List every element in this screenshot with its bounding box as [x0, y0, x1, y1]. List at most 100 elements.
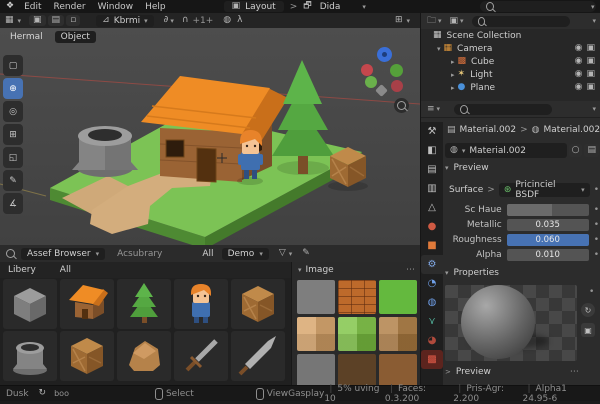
swatch-tan[interactable] [297, 317, 335, 351]
rotate-tool[interactable]: ⊞ [3, 124, 23, 145]
transform-pivot-icon[interactable]: ∂ [164, 16, 169, 25]
preview-section-header[interactable]: ▾ Preview [445, 163, 489, 173]
preview-refresh-button[interactable]: ↻ [581, 303, 595, 317]
swatch-brown[interactable] [379, 317, 417, 351]
decorate-dot-icon[interactable]: • [594, 205, 599, 215]
decorate-dot-icon[interactable]: • [594, 185, 599, 195]
scale-tool[interactable]: ◱ [3, 147, 23, 168]
outliner-row-light[interactable]: ▸ ✶ Light ◉ ▣ [421, 68, 600, 81]
filter-chevron-icon[interactable]: ▾ [289, 250, 293, 258]
asset-catalog-dropdown[interactable]: Demo ▾ [221, 247, 269, 260]
new-material-button[interactable]: ○ [568, 144, 583, 157]
outliner-row-camera[interactable]: ▾ ▦ Camera ◉ ▣ [421, 42, 600, 55]
outliner-row-plane[interactable]: ▸ ● Plane ◉ ▣ [421, 81, 600, 94]
gizmo-y-axis[interactable] [390, 64, 403, 77]
alpha-slider[interactable]: 0.010 [506, 249, 589, 261]
move-tool[interactable]: ◎ [3, 101, 23, 122]
pivot-chevron-icon[interactable]: ▾ [170, 17, 174, 25]
properties-editor-type-icon[interactable]: ≡ [427, 104, 435, 114]
swatch-brick[interactable] [338, 280, 376, 314]
surface-shader-dropdown[interactable]: ⊛ Pricinciel BSDF ▾ [498, 180, 590, 200]
topbar-search[interactable] [480, 0, 596, 13]
preview-pin-icon[interactable]: • [589, 287, 594, 297]
gizmo-x-axis[interactable] [361, 64, 373, 76]
app-logo-icon[interactable]: ❖ [6, 2, 14, 11]
mode-dropdown[interactable]: ⊿ Kbrmi ▾ [96, 14, 154, 27]
snap-increment[interactable]: +1+ [192, 16, 213, 26]
asset-crate[interactable] [231, 279, 285, 329]
edit-pen-icon[interactable]: ✎ [302, 249, 310, 258]
outliner-display-chevron-icon[interactable]: ▾ [438, 17, 442, 25]
tab-particles[interactable]: ◔ [421, 274, 443, 293]
menu-edit[interactable]: Edit [18, 2, 47, 12]
camera-visibility-icon[interactable]: ▣ [586, 57, 595, 66]
tab-render[interactable]: ◧ [421, 141, 443, 160]
tab-all[interactable]: All [60, 265, 71, 275]
tab-normal[interactable]: Hermal [4, 31, 49, 43]
swatch-green[interactable] [379, 280, 417, 314]
outliner-row-scene-collection[interactable]: ▦ Scene Collection [421, 29, 600, 42]
image-panel-chevron-icon[interactable]: ▾ [298, 266, 302, 274]
menu-window[interactable]: Window [92, 2, 140, 12]
house-object[interactable] [141, 76, 288, 183]
expand-icon[interactable]: ▾ [437, 45, 441, 53]
asset-editor-dropdown[interactable]: Assef Browser ▾ [21, 247, 106, 260]
image-panel-menu-icon[interactable]: ⋯ [406, 265, 415, 275]
asset-tree[interactable] [117, 279, 171, 329]
tab-modifiers[interactable]: ⚙ [421, 255, 443, 274]
menu-render[interactable]: Render [48, 2, 92, 12]
mode-toggle-2-icon[interactable]: ▤ [47, 15, 65, 26]
tab-world[interactable]: ● [421, 217, 443, 236]
tab-library[interactable]: Libery [8, 265, 36, 275]
asset-filter-all[interactable]: All [202, 249, 213, 259]
hide-eye-icon[interactable]: ◉ [575, 44, 583, 53]
outliner-search-input[interactable] [489, 15, 564, 27]
tab-view-layer[interactable]: ▥ [421, 179, 443, 198]
cursor-tool[interactable]: ⊕ [3, 78, 23, 99]
magnet-snap-icon[interactable]: ∩ [182, 16, 189, 25]
workspace-add-arrow[interactable]: > [290, 2, 298, 12]
properties-section-header[interactable]: ▾ Properties [445, 268, 499, 278]
asset-cube[interactable] [3, 279, 57, 329]
measure-tool[interactable]: ∡ [3, 193, 23, 214]
properties-search-input[interactable] [471, 103, 547, 115]
screen-dropdown-icon[interactable]: 🗗 [303, 2, 311, 11]
3d-viewport[interactable]: Hermal Object ▢ ⊕ ◎ ⊞ ◱ ✎ ∡ [0, 28, 420, 245]
camera-visibility-icon[interactable]: ▣ [586, 83, 595, 92]
hide-eye-icon[interactable]: ◉ [575, 57, 583, 66]
workspace-tab-layout[interactable]: ▣ Layout [223, 1, 284, 12]
asset-crate-2[interactable] [60, 331, 114, 381]
hide-eye-icon[interactable]: ◉ [575, 70, 583, 79]
outliner-display-icon[interactable]: 🗀 [427, 16, 436, 26]
outliner-filter-icon[interactable]: ▣ [450, 16, 459, 26]
asset-rock[interactable] [117, 331, 171, 381]
tab-object[interactable]: ■ [421, 236, 443, 255]
outliner-options-chevron-icon[interactable]: ▾ [592, 17, 596, 25]
tab-constraints[interactable]: ⋎ [421, 312, 443, 331]
tab-object[interactable]: Object [54, 31, 96, 43]
menu-help[interactable]: Help [139, 2, 172, 12]
asset-sword[interactable] [174, 331, 228, 381]
decorate-dot-icon[interactable]: • [594, 220, 599, 230]
expand-icon[interactable]: ▸ [451, 58, 455, 66]
status-mode[interactable]: Dusk [6, 389, 29, 399]
asset-house[interactable] [60, 279, 114, 329]
filter-funnel-icon[interactable]: ▽ [279, 249, 286, 258]
material-name-field[interactable]: ◍ ▾ Material.002 [445, 143, 567, 158]
well-object[interactable] [72, 126, 138, 177]
base-color-slider[interactable] [506, 204, 589, 216]
overlays-icon[interactable]: ⊞ [395, 16, 403, 25]
editor-type-icon[interactable]: ▦ [5, 16, 14, 25]
preview2-menu-icon[interactable]: ⋯ [570, 367, 579, 377]
asset-sword-2[interactable] [231, 331, 285, 381]
swatch-gray[interactable] [297, 280, 335, 314]
tab-tool[interactable]: ⚒ [421, 122, 443, 141]
overlays-chevron-icon[interactable]: ▾ [406, 17, 410, 25]
scene-chevron-icon[interactable]: ▾ [362, 3, 366, 11]
expand-icon[interactable]: ▸ [451, 84, 455, 92]
outliner-search[interactable] [471, 15, 570, 27]
roughness-slider[interactable]: 0.060 [506, 234, 589, 246]
hide-eye-icon[interactable]: ◉ [575, 83, 583, 92]
properties-search[interactable] [454, 103, 553, 115]
asset-character[interactable] [174, 279, 228, 329]
